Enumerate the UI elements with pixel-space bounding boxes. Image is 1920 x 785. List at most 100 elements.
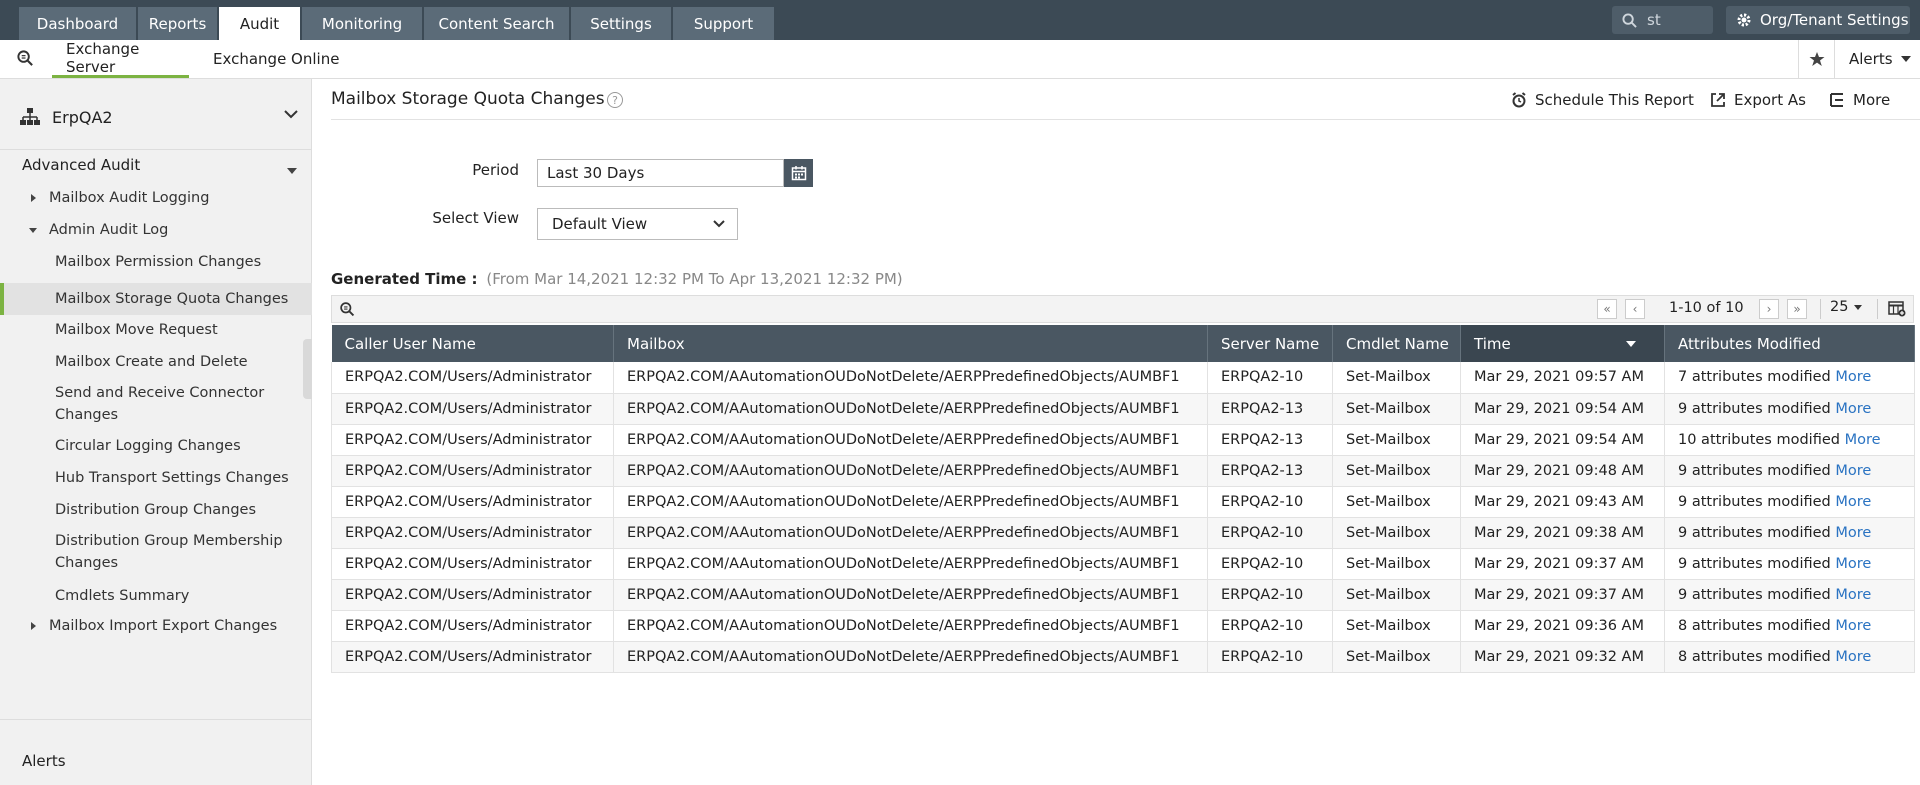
previous-page-button[interactable]: ‹ [1625, 299, 1645, 319]
cell-time: Mar 29, 2021 09:36 AM [1460, 610, 1665, 642]
tab-content-search[interactable]: Content Search [424, 7, 569, 40]
more-details-link[interactable]: More [1845, 432, 1881, 448]
alerts-dropdown[interactable]: Alerts [1834, 40, 1920, 78]
page-size-select[interactable]: 25 [1830, 299, 1863, 315]
cell-attributes-modified: 9 attributes modified More [1664, 517, 1915, 549]
column-header-time[interactable]: Time [1460, 325, 1665, 362]
cell-time: Mar 29, 2021 09:32 AM [1460, 641, 1665, 673]
sidebar-item-cmdlets-summary[interactable]: Cmdlets Summary [0, 585, 312, 607]
cell-caller-user-name: ERPQA2.COM/Users/Administrator [331, 579, 614, 611]
sidebar-item-send-receive-connector-changes[interactable]: Send and Receive Connector Changes [0, 382, 312, 426]
column-header-caller-user-name[interactable]: Caller User Name [331, 325, 614, 362]
cell-attributes-modified: 10 attributes modified More [1664, 424, 1915, 456]
attributes-count: 7 attributes modified [1678, 369, 1831, 386]
cell-attributes-modified: 7 attributes modified More [1664, 362, 1915, 394]
more-details-link[interactable]: More [1835, 649, 1871, 665]
table-row: ERPQA2.COM/Users/Administrator ERPQA2.COM… [331, 641, 1915, 673]
tab-reports[interactable]: Reports [138, 7, 217, 40]
more-details-link[interactable]: More [1835, 618, 1871, 634]
tab-support[interactable]: Support [673, 7, 774, 40]
favorite-button[interactable] [1798, 40, 1834, 78]
caret-down-icon [29, 228, 37, 233]
sidebar-group-admin-audit-log[interactable]: Admin Audit Log [0, 219, 312, 241]
calendar-button[interactable] [784, 159, 813, 187]
sidebar-alerts[interactable]: Alerts [22, 752, 66, 770]
export-as-button[interactable]: Export As [1710, 91, 1806, 109]
sidebar-item-hub-transport-settings-changes[interactable]: Hub Transport Settings Changes [0, 467, 312, 489]
alerts-label: Alerts [1849, 50, 1893, 68]
sidebar-item-circular-logging-changes[interactable]: Circular Logging Changes [0, 435, 312, 457]
more-actions-button[interactable]: More [1829, 91, 1890, 109]
table-toolbar: « ‹ 1-10 of 10 › » 25 [331, 295, 1914, 323]
more-details-link[interactable]: More [1835, 494, 1871, 510]
cell-caller-user-name: ERPQA2.COM/Users/Administrator [331, 424, 614, 456]
sidebar-item-distribution-group-membership-changes[interactable]: Distribution Group Membership Changes [0, 530, 312, 574]
view-select[interactable]: Default View [537, 208, 738, 240]
schedule-report-button[interactable]: Schedule This Report [1511, 91, 1694, 109]
column-header-mailbox[interactable]: Mailbox [613, 325, 1208, 362]
cell-attributes-modified: 9 attributes modified More [1664, 486, 1915, 518]
first-page-button[interactable]: « [1597, 299, 1617, 319]
sidebar-collapse-handle[interactable] [303, 339, 312, 399]
cell-attributes-modified: 9 attributes modified More [1664, 393, 1915, 425]
period-input[interactable]: Last 30 Days [537, 159, 784, 187]
cell-time: Mar 29, 2021 09:48 AM [1460, 455, 1665, 487]
cell-mailbox: ERPQA2.COM/AAutomationOUDoNotDelete/AERP… [613, 579, 1208, 611]
table-row: ERPQA2.COM/Users/Administrator ERPQA2.COM… [331, 579, 1915, 611]
table-row: ERPQA2.COM/Users/Administrator ERPQA2.COM… [331, 424, 1915, 456]
caret-right-icon [31, 194, 36, 202]
chevron-down-icon [713, 220, 725, 228]
help-icon[interactable]: ? [607, 92, 623, 108]
more-details-link[interactable]: More [1835, 587, 1871, 603]
sidebar-group-mailbox-audit-logging[interactable]: Mailbox Audit Logging [0, 187, 312, 209]
divider [1820, 299, 1821, 319]
sidebar-item-mailbox-move-request[interactable]: Mailbox Move Request [0, 319, 312, 341]
tab-settings[interactable]: Settings [571, 7, 671, 40]
more-details-link[interactable]: More [1835, 556, 1871, 572]
column-chooser-icon[interactable] [1888, 301, 1906, 317]
more-details-link[interactable]: More [1835, 369, 1871, 385]
attributes-count: 9 attributes modified [1678, 493, 1831, 510]
last-page-button[interactable]: » [1787, 299, 1807, 319]
global-search-input[interactable]: st [1612, 6, 1713, 34]
cell-attributes-modified: 8 attributes modified More [1664, 610, 1915, 642]
sidebar-item-mailbox-storage-quota-changes[interactable]: Mailbox Storage Quota Changes [0, 283, 312, 315]
cell-server-name: ERPQA2-10 [1207, 579, 1333, 611]
caret-down-icon [287, 168, 297, 174]
top-navigation-bar: Dashboard Reports Audit Monitoring Conte… [0, 0, 1920, 40]
subtab-exchange-online[interactable]: Exchange Online [213, 40, 339, 78]
generated-time-label: Generated Time : [331, 270, 478, 288]
column-header-server-name[interactable]: Server Name [1207, 325, 1333, 362]
report-table: Caller User Name Mailbox Server Name Cmd… [331, 325, 1915, 673]
cell-cmdlet-name: Set-Mailbox [1332, 486, 1461, 518]
cell-server-name: ERPQA2-10 [1207, 486, 1333, 518]
org-tenant-settings-button[interactable]: Org/Tenant Settings [1726, 6, 1910, 34]
more-details-link[interactable]: More [1835, 525, 1871, 541]
more-details-link[interactable]: More [1835, 401, 1871, 417]
main-tabs: Dashboard Reports Audit Monitoring Conte… [19, 7, 776, 40]
next-page-button[interactable]: › [1759, 299, 1779, 319]
search-icon[interactable] [16, 49, 35, 68]
cell-time: Mar 29, 2021 09:54 AM [1460, 393, 1665, 425]
cell-attributes-modified: 9 attributes modified More [1664, 548, 1915, 580]
cell-server-name: ERPQA2-10 [1207, 610, 1333, 642]
table-row: ERPQA2.COM/Users/Administrator ERPQA2.COM… [331, 455, 1915, 487]
search-icon[interactable] [339, 301, 356, 318]
column-header-attributes-modified[interactable]: Attributes Modified [1664, 325, 1915, 362]
tab-audit[interactable]: Audit [219, 7, 300, 40]
schedule-report-label: Schedule This Report [1535, 91, 1694, 109]
table-row: ERPQA2.COM/Users/Administrator ERPQA2.COM… [331, 517, 1915, 549]
domain-selector[interactable]: ErpQA2 [0, 99, 312, 135]
tab-monitoring[interactable]: Monitoring [302, 7, 422, 40]
sidebar-item-mailbox-create-and-delete[interactable]: Mailbox Create and Delete [0, 351, 312, 373]
column-header-cmdlet-name[interactable]: Cmdlet Name [1332, 325, 1461, 362]
tab-dashboard[interactable]: Dashboard [19, 7, 136, 40]
more-details-link[interactable]: More [1835, 463, 1871, 479]
cell-caller-user-name: ERPQA2.COM/Users/Administrator [331, 641, 614, 673]
section-advanced-audit[interactable]: Advanced Audit [22, 156, 140, 174]
subtab-exchange-server[interactable]: Exchange Server [52, 40, 189, 78]
sidebar-item-mailbox-permission-changes[interactable]: Mailbox Permission Changes [0, 251, 312, 273]
sidebar-item-distribution-group-changes[interactable]: Distribution Group Changes [0, 499, 312, 521]
cell-caller-user-name: ERPQA2.COM/Users/Administrator [331, 393, 614, 425]
sidebar-group-mailbox-import-export-changes[interactable]: Mailbox Import Export Changes [0, 615, 312, 637]
